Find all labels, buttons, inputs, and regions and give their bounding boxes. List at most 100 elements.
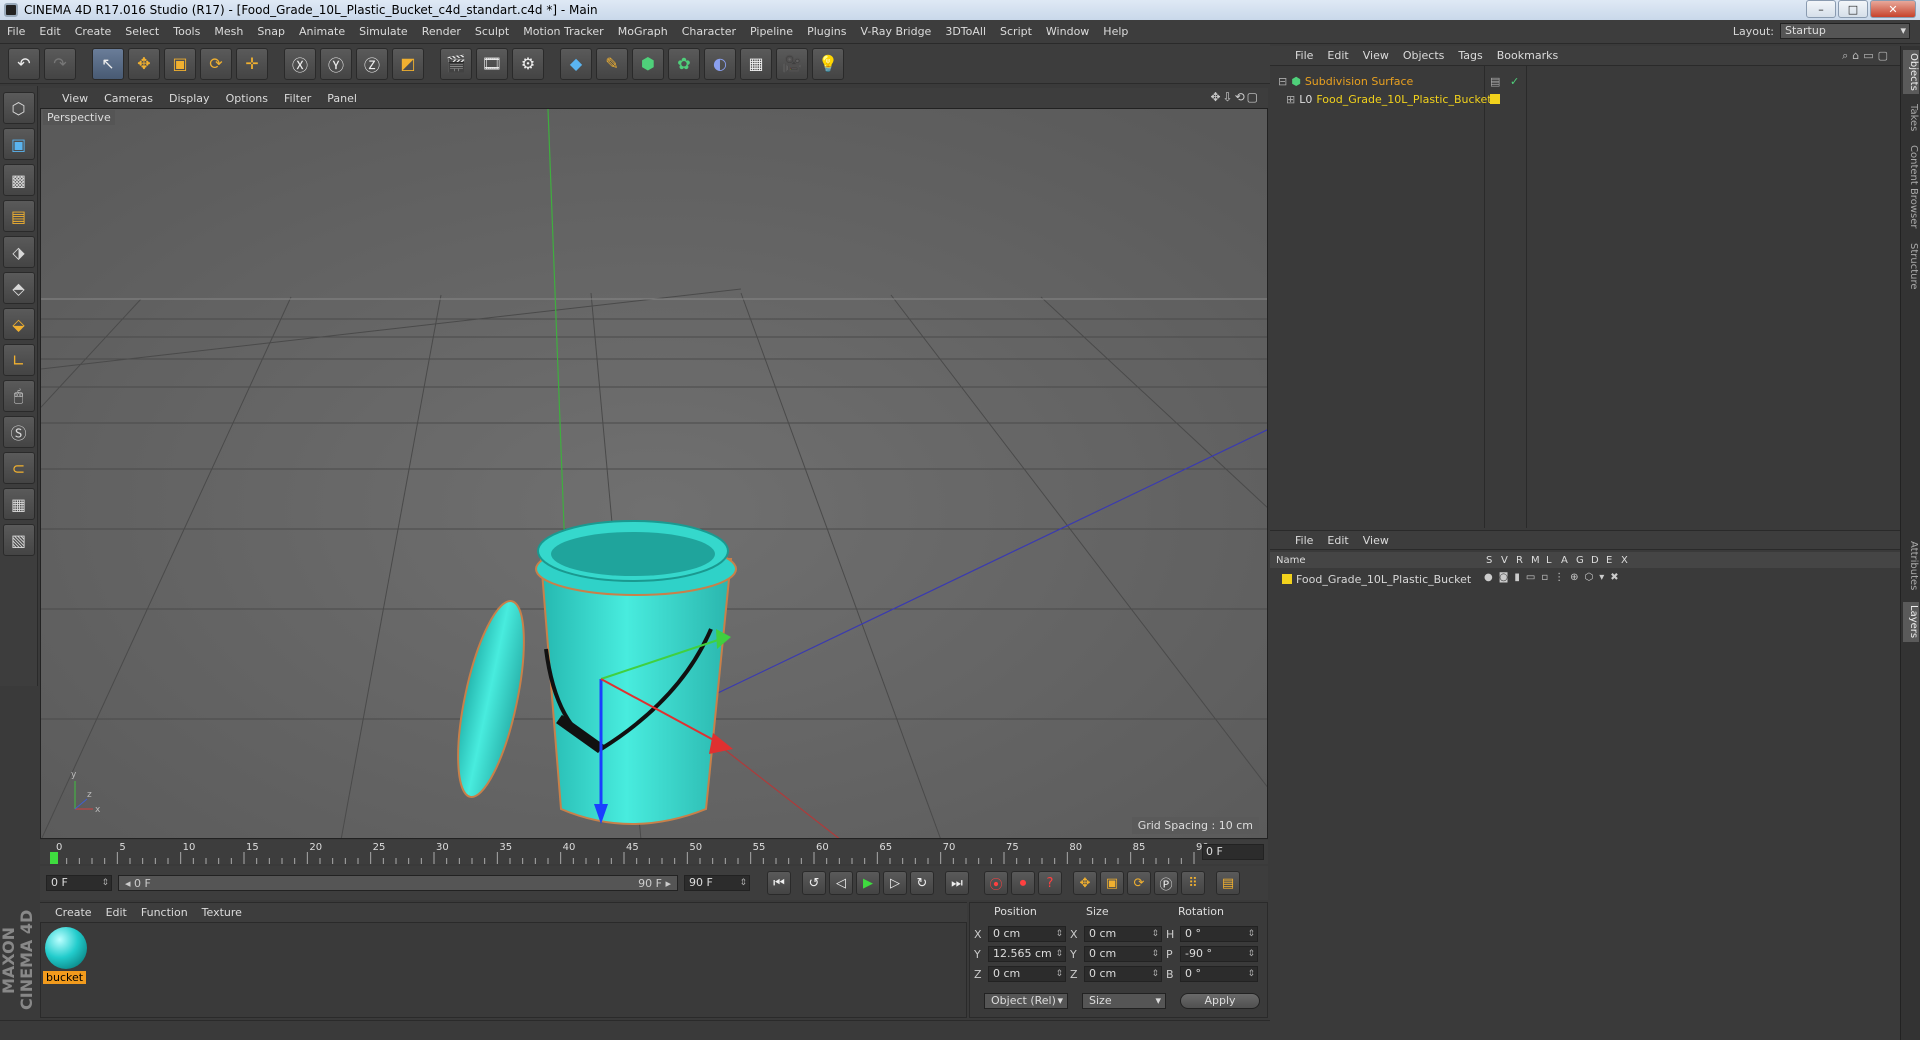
play-forward-icon[interactable]: ▶ <box>856 871 880 895</box>
material-menu-create[interactable]: Create <box>48 906 99 919</box>
snap-icon[interactable]: Ⓢ <box>2 416 35 448</box>
go-to-end-icon[interactable]: ⏭ <box>945 871 969 895</box>
tweak-mode-icon[interactable]: 🖱 <box>2 380 35 412</box>
undo-icon[interactable]: ↶ <box>8 47 40 80</box>
object-row-subdivision-surface[interactable]: ⊟ ⬢ Subdivision Surface ▤ ✓ <box>1278 72 1519 90</box>
workplane-icon[interactable]: ▤ <box>2 200 35 232</box>
viewport-menu-cameras[interactable]: Cameras <box>96 92 161 105</box>
apply-button[interactable]: Apply <box>1180 993 1260 1009</box>
menu-window[interactable]: Window <box>1039 25 1096 38</box>
object-manager-search-icon[interactable]: ⌕⌂▭▢ <box>1842 49 1892 63</box>
menu-plugins[interactable]: Plugins <box>800 25 853 38</box>
object-menu-bookmarks[interactable]: Bookmarks <box>1490 49 1565 62</box>
rotation-b-field[interactable]: 0 ° <box>1180 966 1258 982</box>
go-to-start-icon[interactable]: ⏮ <box>767 871 791 895</box>
viewport-menu-display[interactable]: Display <box>161 92 218 105</box>
cube-primitive-icon[interactable]: ◆ <box>560 47 592 80</box>
menu-mograph[interactable]: MoGraph <box>611 25 675 38</box>
object-menu-file[interactable]: File <box>1288 49 1320 62</box>
position-x-field[interactable]: 0 cm <box>988 926 1066 942</box>
collapse-icon[interactable]: ⊟ <box>1278 75 1287 88</box>
menu-create[interactable]: Create <box>68 25 119 38</box>
tab-layers[interactable]: Layers <box>1903 602 1919 642</box>
material-thumbnail-bucket[interactable] <box>45 927 87 969</box>
menu-edit[interactable]: Edit <box>32 25 67 38</box>
close-button[interactable]: ✕ <box>1870 0 1916 18</box>
menu-sculpt[interactable]: Sculpt <box>468 25 516 38</box>
axis-mode-icon[interactable]: ∟ <box>2 344 35 376</box>
select-tool-icon[interactable]: ↖ <box>92 47 124 80</box>
start-frame-field[interactable]: 0 F <box>46 875 112 891</box>
end-frame-field[interactable]: 90 F <box>684 875 750 891</box>
next-key-icon[interactable]: ↻ <box>910 871 934 895</box>
menu-render[interactable]: Render <box>415 25 468 38</box>
previous-key-icon[interactable]: ↺ <box>802 871 826 895</box>
record-active-objects-icon[interactable]: ⦿ <box>984 871 1008 895</box>
object-name[interactable]: Subdivision Surface <box>1305 75 1413 88</box>
keyframe-selection-icon[interactable]: ? <box>1038 871 1062 895</box>
timeline[interactable]: 051015202530354045505560657075808590 0 F <box>40 840 1268 864</box>
object-menu-objects[interactable]: Objects <box>1396 49 1452 62</box>
layer-toggle-icons[interactable]: ●◙▮▭▫⋮⊕⬡▾✖ <box>1484 572 1625 583</box>
pla-key-icon[interactable]: ⠿ <box>1181 871 1205 895</box>
size-x-field[interactable]: 0 cm <box>1084 926 1162 942</box>
layer-menu-file[interactable]: File <box>1288 534 1320 547</box>
layer-menu-edit[interactable]: Edit <box>1320 534 1355 547</box>
make-editable-icon[interactable]: ⬡ <box>2 92 35 124</box>
object-menu-tags[interactable]: Tags <box>1451 49 1489 62</box>
rotation-key-icon[interactable]: ⟳ <box>1127 871 1151 895</box>
viewport-menu-view[interactable]: View <box>54 92 96 105</box>
rotation-h-field[interactable]: 0 ° <box>1180 926 1258 942</box>
layer-menu-view[interactable]: View <box>1356 534 1396 547</box>
render-settings-icon[interactable]: ⚙ <box>512 47 544 80</box>
viewport-menu-filter[interactable]: Filter <box>276 92 319 105</box>
menu-character[interactable]: Character <box>675 25 743 38</box>
next-frame-icon[interactable]: ▷ <box>883 871 907 895</box>
coordinate-mode-dropdown[interactable]: Object (Rel) <box>984 993 1068 1009</box>
layout-dropdown[interactable]: Startup <box>1780 23 1910 39</box>
points-mode-icon[interactable]: ⬗ <box>2 236 35 268</box>
menu-snap[interactable]: Snap <box>250 25 292 38</box>
material-menu-function[interactable]: Function <box>134 906 195 919</box>
deformer-icon[interactable]: ◐ <box>704 47 736 80</box>
camera-icon[interactable]: 🎥 <box>776 47 808 80</box>
timeline-window-icon[interactable]: ▤ <box>1216 871 1240 895</box>
tab-objects[interactable]: Objects <box>1903 50 1919 94</box>
edges-mode-icon[interactable]: ⬘ <box>2 272 35 304</box>
perspective-viewport[interactable]: y z x Perspective Grid Spacing : 10 cm <box>40 108 1268 839</box>
menu-file[interactable]: File <box>0 25 32 38</box>
current-frame-field[interactable]: 0 F <box>1202 844 1264 860</box>
material-menu-texture[interactable]: Texture <box>195 906 249 919</box>
texture-mode-icon[interactable]: ▩ <box>2 164 35 196</box>
menu-help[interactable]: Help <box>1096 25 1135 38</box>
position-z-field[interactable]: 0 cm <box>988 966 1066 982</box>
tab-takes[interactable]: Takes <box>1903 100 1919 136</box>
viewport-navigation-icons[interactable]: ✥⇩⟲▢ <box>1210 90 1260 104</box>
enabled-check-icon[interactable]: ✓ <box>1510 75 1519 88</box>
layer-color-tag-icon[interactable] <box>1490 94 1500 104</box>
menu-3dtoall[interactable]: 3DToAll <box>938 25 993 38</box>
render-picture-viewer-icon[interactable]: 🎞 <box>476 47 508 80</box>
preview-range-slider[interactable]: ◂ 0 F 90 F ▸ <box>118 875 678 891</box>
y-axis-lock-icon[interactable]: Ⓨ <box>320 47 352 80</box>
parameter-key-icon[interactable]: Ⓟ <box>1154 871 1178 895</box>
menu-tools[interactable]: Tools <box>166 25 207 38</box>
menu-vray-bridge[interactable]: V-Ray Bridge <box>853 25 938 38</box>
workplane-snap-icon[interactable]: ▧ <box>2 524 35 556</box>
render-view-icon[interactable]: 🎬 <box>440 47 472 80</box>
size-z-field[interactable]: 0 cm <box>1084 966 1162 982</box>
layer-name[interactable]: Food_Grade_10L_Plastic_Bucket <box>1296 573 1471 586</box>
light-icon[interactable]: 💡 <box>812 47 844 80</box>
menu-simulate[interactable]: Simulate <box>352 25 415 38</box>
position-y-field[interactable]: 12.565 cm <box>988 946 1066 962</box>
object-menu-edit[interactable]: Edit <box>1320 49 1355 62</box>
object-menu-view[interactable]: View <box>1356 49 1396 62</box>
menu-pipeline[interactable]: Pipeline <box>743 25 800 38</box>
array-icon[interactable]: ✿ <box>668 47 700 80</box>
size-y-field[interactable]: 0 cm <box>1084 946 1162 962</box>
material-menu-edit[interactable]: Edit <box>99 906 134 919</box>
redo-icon[interactable]: ↷ <box>44 47 76 80</box>
tab-structure[interactable]: Structure <box>1903 238 1919 294</box>
menu-script[interactable]: Script <box>993 25 1039 38</box>
maximize-button[interactable]: □ <box>1838 0 1868 18</box>
